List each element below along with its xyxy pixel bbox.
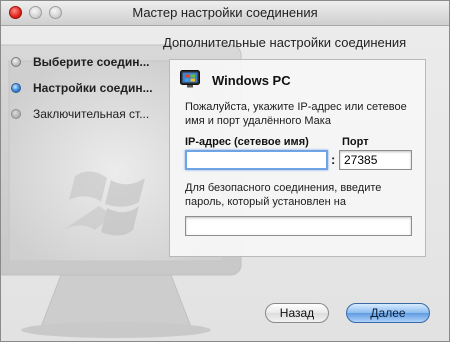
title-bar: Мастер настройки соединения [1, 1, 449, 26]
windows-pc-icon [180, 70, 200, 88]
step-label: Настройки соедин... [33, 81, 153, 95]
step-pending-indicator-icon [11, 109, 21, 119]
ip-address-input[interactable] [185, 150, 328, 170]
step-done-indicator-icon [11, 57, 21, 67]
wizard-window: Мастер настройки соединения Выберите сое… [0, 0, 450, 342]
ip-label: IP-адрес (сетевое имя) [185, 136, 309, 148]
step-label: Выберите соедин... [33, 55, 150, 69]
password-input[interactable] [185, 216, 412, 236]
next-button[interactable]: Далее [346, 303, 430, 323]
port-input[interactable] [339, 150, 412, 170]
step-label: Заключительная ст... [33, 107, 150, 121]
pc-title: Windows PC [212, 73, 291, 88]
settings-panel: Windows PC Пожалуйста, укажите IP-адрес … [169, 59, 426, 257]
secure-connection-text: Для безопасного соединения, введите паро… [185, 182, 382, 208]
instructions-text: Пожалуйста, укажите IP-адрес или сетевое… [185, 101, 407, 127]
ip-port-separator: : [331, 152, 336, 167]
section-title: Дополнительные настройки соединения [163, 35, 407, 50]
window-title: Мастер настройки соединения [132, 5, 318, 20]
port-label: Порт [342, 136, 369, 148]
back-button[interactable]: Назад [265, 303, 329, 323]
step-active-indicator-icon [11, 83, 21, 93]
